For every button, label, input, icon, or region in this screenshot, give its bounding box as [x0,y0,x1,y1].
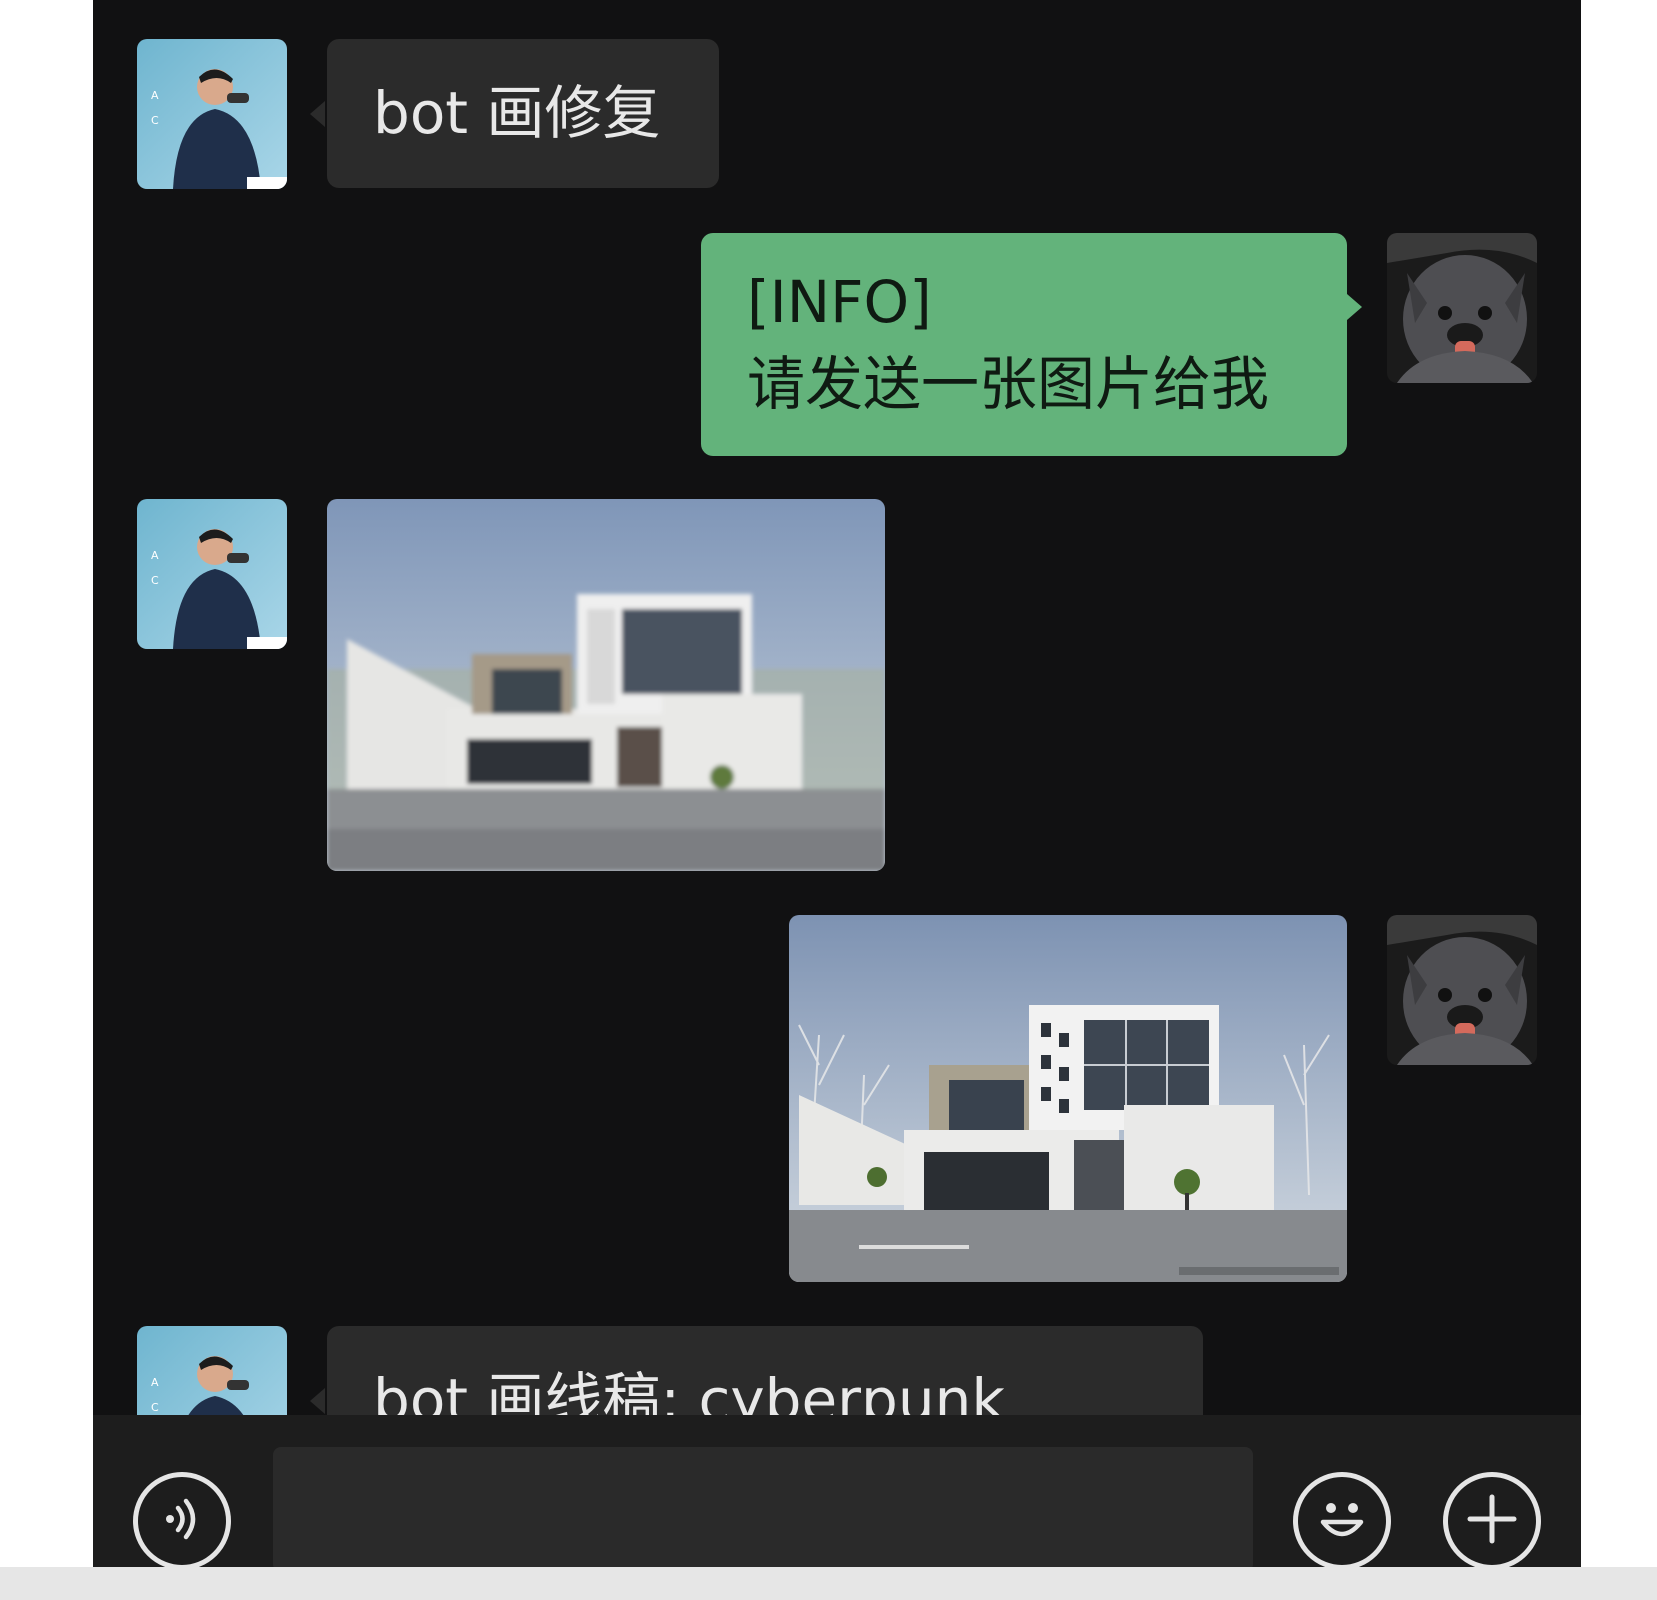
contact-avatar[interactable]: A C [137,1326,287,1415]
message-text: [INFO] 请发送一张图片给我 [747,268,1270,418]
svg-text:C: C [151,114,159,127]
message-text: bot 画线稿: cyberpunk [373,1366,1005,1415]
message-text: bot 画修复 [373,79,661,147]
svg-text:A: A [151,89,159,102]
emoji-icon [1307,1484,1377,1558]
contact-avatar[interactable]: A C [137,499,287,649]
plus-icon [1462,1489,1522,1553]
svg-text:C: C [151,574,159,587]
emoji-button[interactable] [1293,1472,1391,1567]
svg-text:C: C [151,1401,159,1414]
voice-button[interactable] [133,1472,231,1567]
message-bubble-incoming[interactable]: bot 画线稿: cyberpunk [327,1326,1203,1415]
voice-icon [154,1491,210,1551]
add-button[interactable] [1443,1472,1541,1567]
message-list[interactable]: A C bot 画修复 [INFO] 请发送一张图片给我 A C A C bot… [93,0,1581,1415]
message-bubble-outgoing[interactable]: [INFO] 请发送一张图片给我 [701,233,1347,456]
bottom-strip [0,1567,1657,1600]
input-bar [93,1415,1581,1567]
message-bubble-incoming[interactable]: bot 画修复 [327,39,719,188]
svg-text:A: A [151,549,159,562]
bubble-tail [310,101,325,127]
image-message-blurry-building[interactable] [327,499,885,871]
self-avatar[interactable] [1387,233,1537,383]
bubble-tail [1347,294,1362,320]
bubble-tail [310,1388,325,1414]
chat-window: A C bot 画修复 [INFO] 请发送一张图片给我 A C A C bot… [93,0,1581,1567]
contact-avatar[interactable]: A C [137,39,287,189]
svg-text:A: A [151,1376,159,1389]
message-input[interactable] [273,1447,1253,1567]
image-message-restored-building[interactable] [789,915,1347,1282]
self-avatar[interactable] [1387,915,1537,1065]
